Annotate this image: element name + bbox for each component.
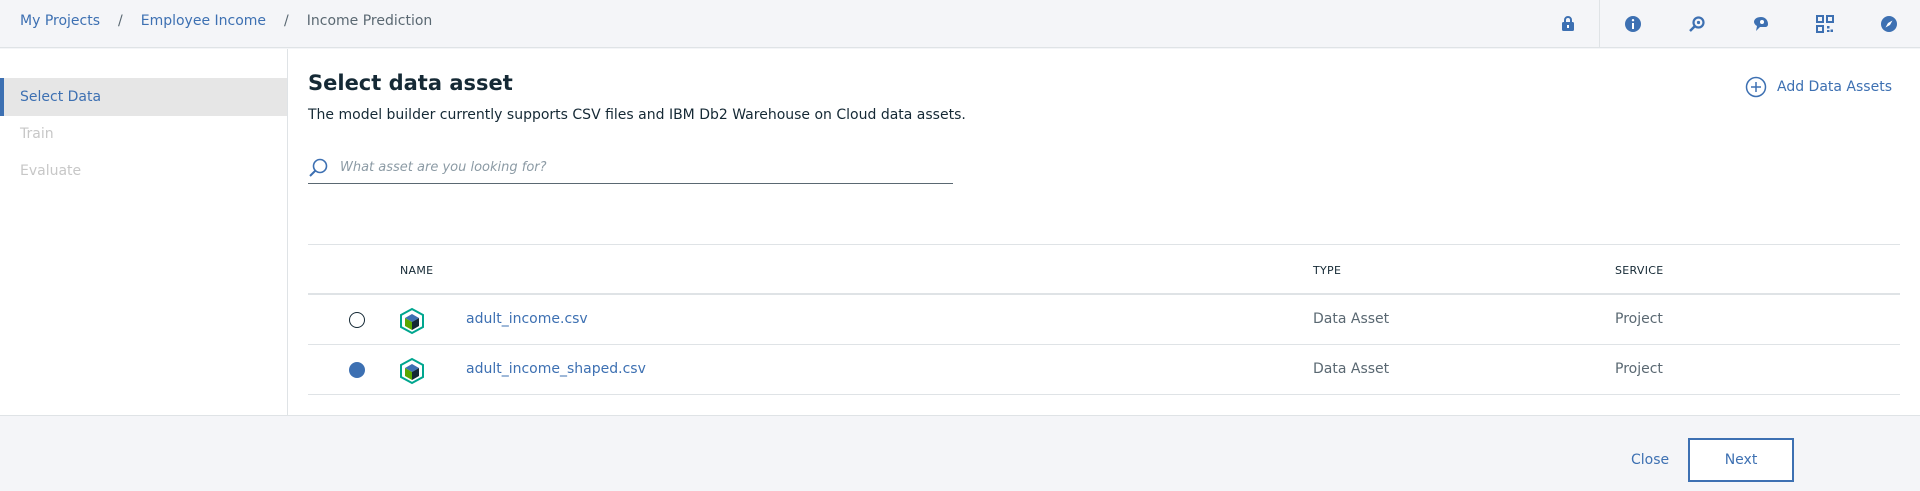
next-button[interactable]: Next — [1688, 438, 1794, 482]
lock-icon[interactable] — [1556, 12, 1580, 36]
add-data-assets-button[interactable]: Add Data Assets — [1745, 76, 1892, 98]
asset-type: Data Asset — [1313, 311, 1390, 327]
main-panel: Select data asset The model builder curr… — [288, 49, 1920, 415]
table-header: NAME TYPE SERVICE — [308, 245, 1900, 295]
data-assets-table: NAME TYPE SERVICE adult_income.csv Data … — [308, 244, 1900, 395]
asset-name-link[interactable]: adult_income_shaped.csv — [466, 361, 646, 377]
sidebar-item-select-data[interactable]: Select Data — [0, 78, 287, 116]
asset-name-link[interactable]: adult_income.csv — [466, 311, 588, 327]
search-input[interactable] — [340, 160, 930, 175]
compass-icon[interactable] — [1877, 12, 1901, 36]
table-row[interactable]: adult_income.csv Data Asset Project — [308, 295, 1900, 345]
sidebar-item-evaluate: Evaluate — [20, 163, 82, 179]
add-data-assets-label: Add Data Assets — [1777, 79, 1892, 95]
toolbar-divider — [1599, 0, 1600, 48]
column-header-name[interactable]: NAME — [400, 264, 433, 277]
page-title: Select data asset — [308, 71, 513, 95]
toolbar-icons — [0, 0, 1920, 48]
table-row[interactable]: adult_income_shaped.csv Data Asset Proje… — [308, 345, 1900, 395]
asset-service: Project — [1615, 311, 1663, 327]
search-icon — [309, 158, 328, 177]
column-header-type[interactable]: TYPE — [1313, 264, 1341, 277]
asset-search — [308, 152, 953, 184]
qr-icon[interactable] — [1813, 12, 1837, 36]
asset-type: Data Asset — [1313, 361, 1390, 377]
row-select-radio[interactable] — [349, 362, 365, 378]
column-header-service[interactable]: SERVICE — [1615, 264, 1663, 277]
search-settings-icon[interactable] — [1685, 12, 1709, 36]
page-subtitle: The model builder currently supports CSV… — [308, 107, 966, 123]
close-button[interactable]: Close — [1615, 438, 1685, 482]
notifications-icon[interactable] — [1749, 12, 1773, 36]
info-icon[interactable] — [1621, 12, 1645, 36]
footer: Close Next — [0, 415, 1920, 491]
row-select-radio[interactable] — [349, 312, 365, 328]
asset-service: Project — [1615, 361, 1663, 377]
add-circle-icon — [1745, 76, 1767, 98]
data-asset-icon — [400, 307, 424, 335]
data-asset-icon — [400, 357, 424, 385]
sidebar: Select Data Train Evaluate — [0, 49, 288, 415]
top-bar: My Projects / Employee Income / Income P… — [0, 0, 1920, 48]
sidebar-item-train: Train — [20, 126, 54, 142]
